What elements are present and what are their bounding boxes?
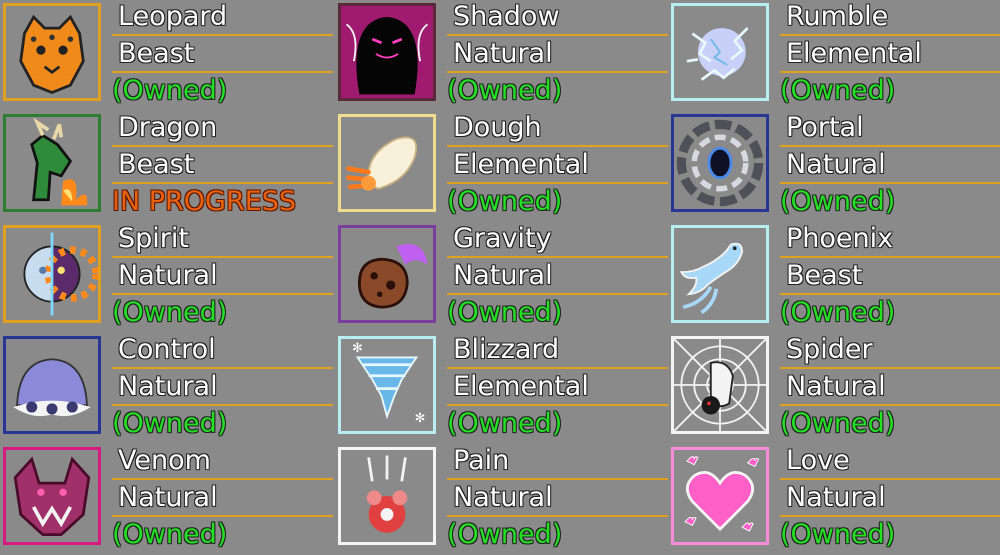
fruit-entry-rumble: Rumble Elemental (Owned) xyxy=(668,0,1000,110)
fruit-entry-blizzard: ✻ ✻ Blizzard Elemental (Owned) xyxy=(335,333,668,443)
fruit-column-1: Leopard Beast (Owned) Dragon Beast IN PR… xyxy=(0,0,333,555)
fruit-type: Natural xyxy=(780,481,1000,517)
control-icon xyxy=(3,336,101,434)
fruit-type: Elemental xyxy=(780,37,1000,73)
status-badge: (Owned) xyxy=(780,408,896,439)
blizzard-icon: ✻ ✻ xyxy=(338,336,436,434)
svg-text:✻: ✻ xyxy=(352,341,363,356)
status-badge: (Owned) xyxy=(112,519,228,550)
phoenix-icon xyxy=(671,225,769,323)
fruit-name: Dragon xyxy=(112,111,333,147)
fruit-type: Natural xyxy=(112,481,333,517)
status-badge: (Owned) xyxy=(447,519,563,550)
fruit-name: Venom xyxy=(112,444,333,480)
fruit-column-3: Rumble Elemental (Owned) Portal Natural … xyxy=(668,0,1000,555)
status-badge: (Owned) xyxy=(780,75,896,106)
fruit-type: Elemental xyxy=(447,370,668,406)
fruit-type: Natural xyxy=(780,370,1000,406)
spirit-icon xyxy=(3,225,101,323)
status-badge: IN PROGRESS xyxy=(112,186,297,217)
status-badge: (Owned) xyxy=(112,408,228,439)
shadow-icon xyxy=(338,3,436,101)
svg-text:✻: ✻ xyxy=(415,411,426,426)
status-badge: (Owned) xyxy=(112,75,228,106)
fruit-entry-phoenix: Phoenix Beast (Owned) xyxy=(668,222,1000,332)
status-badge: (Owned) xyxy=(447,186,563,217)
fruit-entry-love: Love Natural (Owned) xyxy=(668,444,1000,554)
status-badge: (Owned) xyxy=(447,297,563,328)
fruit-entry-portal: Portal Natural (Owned) xyxy=(668,111,1000,221)
portal-icon xyxy=(671,114,769,212)
fruit-type: Beast xyxy=(780,259,1000,295)
fruit-type: Elemental xyxy=(447,148,668,184)
fruit-name: Portal xyxy=(780,111,1000,147)
fruit-type: Natural xyxy=(112,370,333,406)
fruit-entry-gravity: Gravity Natural (Owned) xyxy=(335,222,668,332)
fruit-column-2: Shadow Natural (Owned) Dough Elemental (… xyxy=(335,0,668,555)
fruit-name: Shadow xyxy=(447,0,668,36)
leopard-icon xyxy=(3,3,101,101)
status-badge: (Owned) xyxy=(447,75,563,106)
lightning-icon xyxy=(671,3,769,101)
fruit-entry-control: Control Natural (Owned) xyxy=(0,333,333,443)
fruit-name: Pain xyxy=(447,444,668,480)
fruit-type: Natural xyxy=(780,148,1000,184)
fruit-type: Beast xyxy=(112,148,333,184)
fruit-entry-spider: Spider Natural (Owned) xyxy=(668,333,1000,443)
fruit-entry-leopard: Leopard Beast (Owned) xyxy=(0,0,333,110)
fruit-name: Phoenix xyxy=(780,222,1000,258)
fruit-entry-venom: Venom Natural (Owned) xyxy=(0,444,333,554)
status-badge: (Owned) xyxy=(447,408,563,439)
fruit-entry-spirit: Spirit Natural (Owned) xyxy=(0,222,333,332)
status-badge: (Owned) xyxy=(780,186,896,217)
fruit-name: Dough xyxy=(447,111,668,147)
venom-icon xyxy=(3,447,101,545)
fruit-type: Natural xyxy=(112,259,333,295)
fruit-type: Natural xyxy=(447,481,668,517)
pain-icon xyxy=(338,447,436,545)
status-badge: (Owned) xyxy=(780,519,896,550)
gravity-icon xyxy=(338,225,436,323)
fruit-type: Natural xyxy=(447,259,668,295)
fruit-entry-dough: Dough Elemental (Owned) xyxy=(335,111,668,221)
fruit-name: Gravity xyxy=(447,222,668,258)
fruit-entry-pain: Pain Natural (Owned) xyxy=(335,444,668,554)
fruit-type: Natural xyxy=(447,37,668,73)
heart-icon xyxy=(671,447,769,545)
fruit-type: Beast xyxy=(112,37,333,73)
fruit-name: Spirit xyxy=(112,222,333,258)
fruit-name: Spider xyxy=(780,333,1000,369)
fruit-name: Leopard xyxy=(112,0,333,36)
fruit-entry-dragon: Dragon Beast IN PROGRESS xyxy=(0,111,333,221)
status-badge: (Owned) xyxy=(112,297,228,328)
spider-icon xyxy=(671,336,769,434)
fruit-name: Love xyxy=(780,444,1000,480)
fruit-name: Blizzard xyxy=(447,333,668,369)
status-badge: (Owned) xyxy=(780,297,896,328)
dough-icon xyxy=(338,114,436,212)
dragon-icon xyxy=(3,114,101,212)
fruit-entry-shadow: Shadow Natural (Owned) xyxy=(335,0,668,110)
fruit-name: Control xyxy=(112,333,333,369)
fruit-name: Rumble xyxy=(780,0,1000,36)
